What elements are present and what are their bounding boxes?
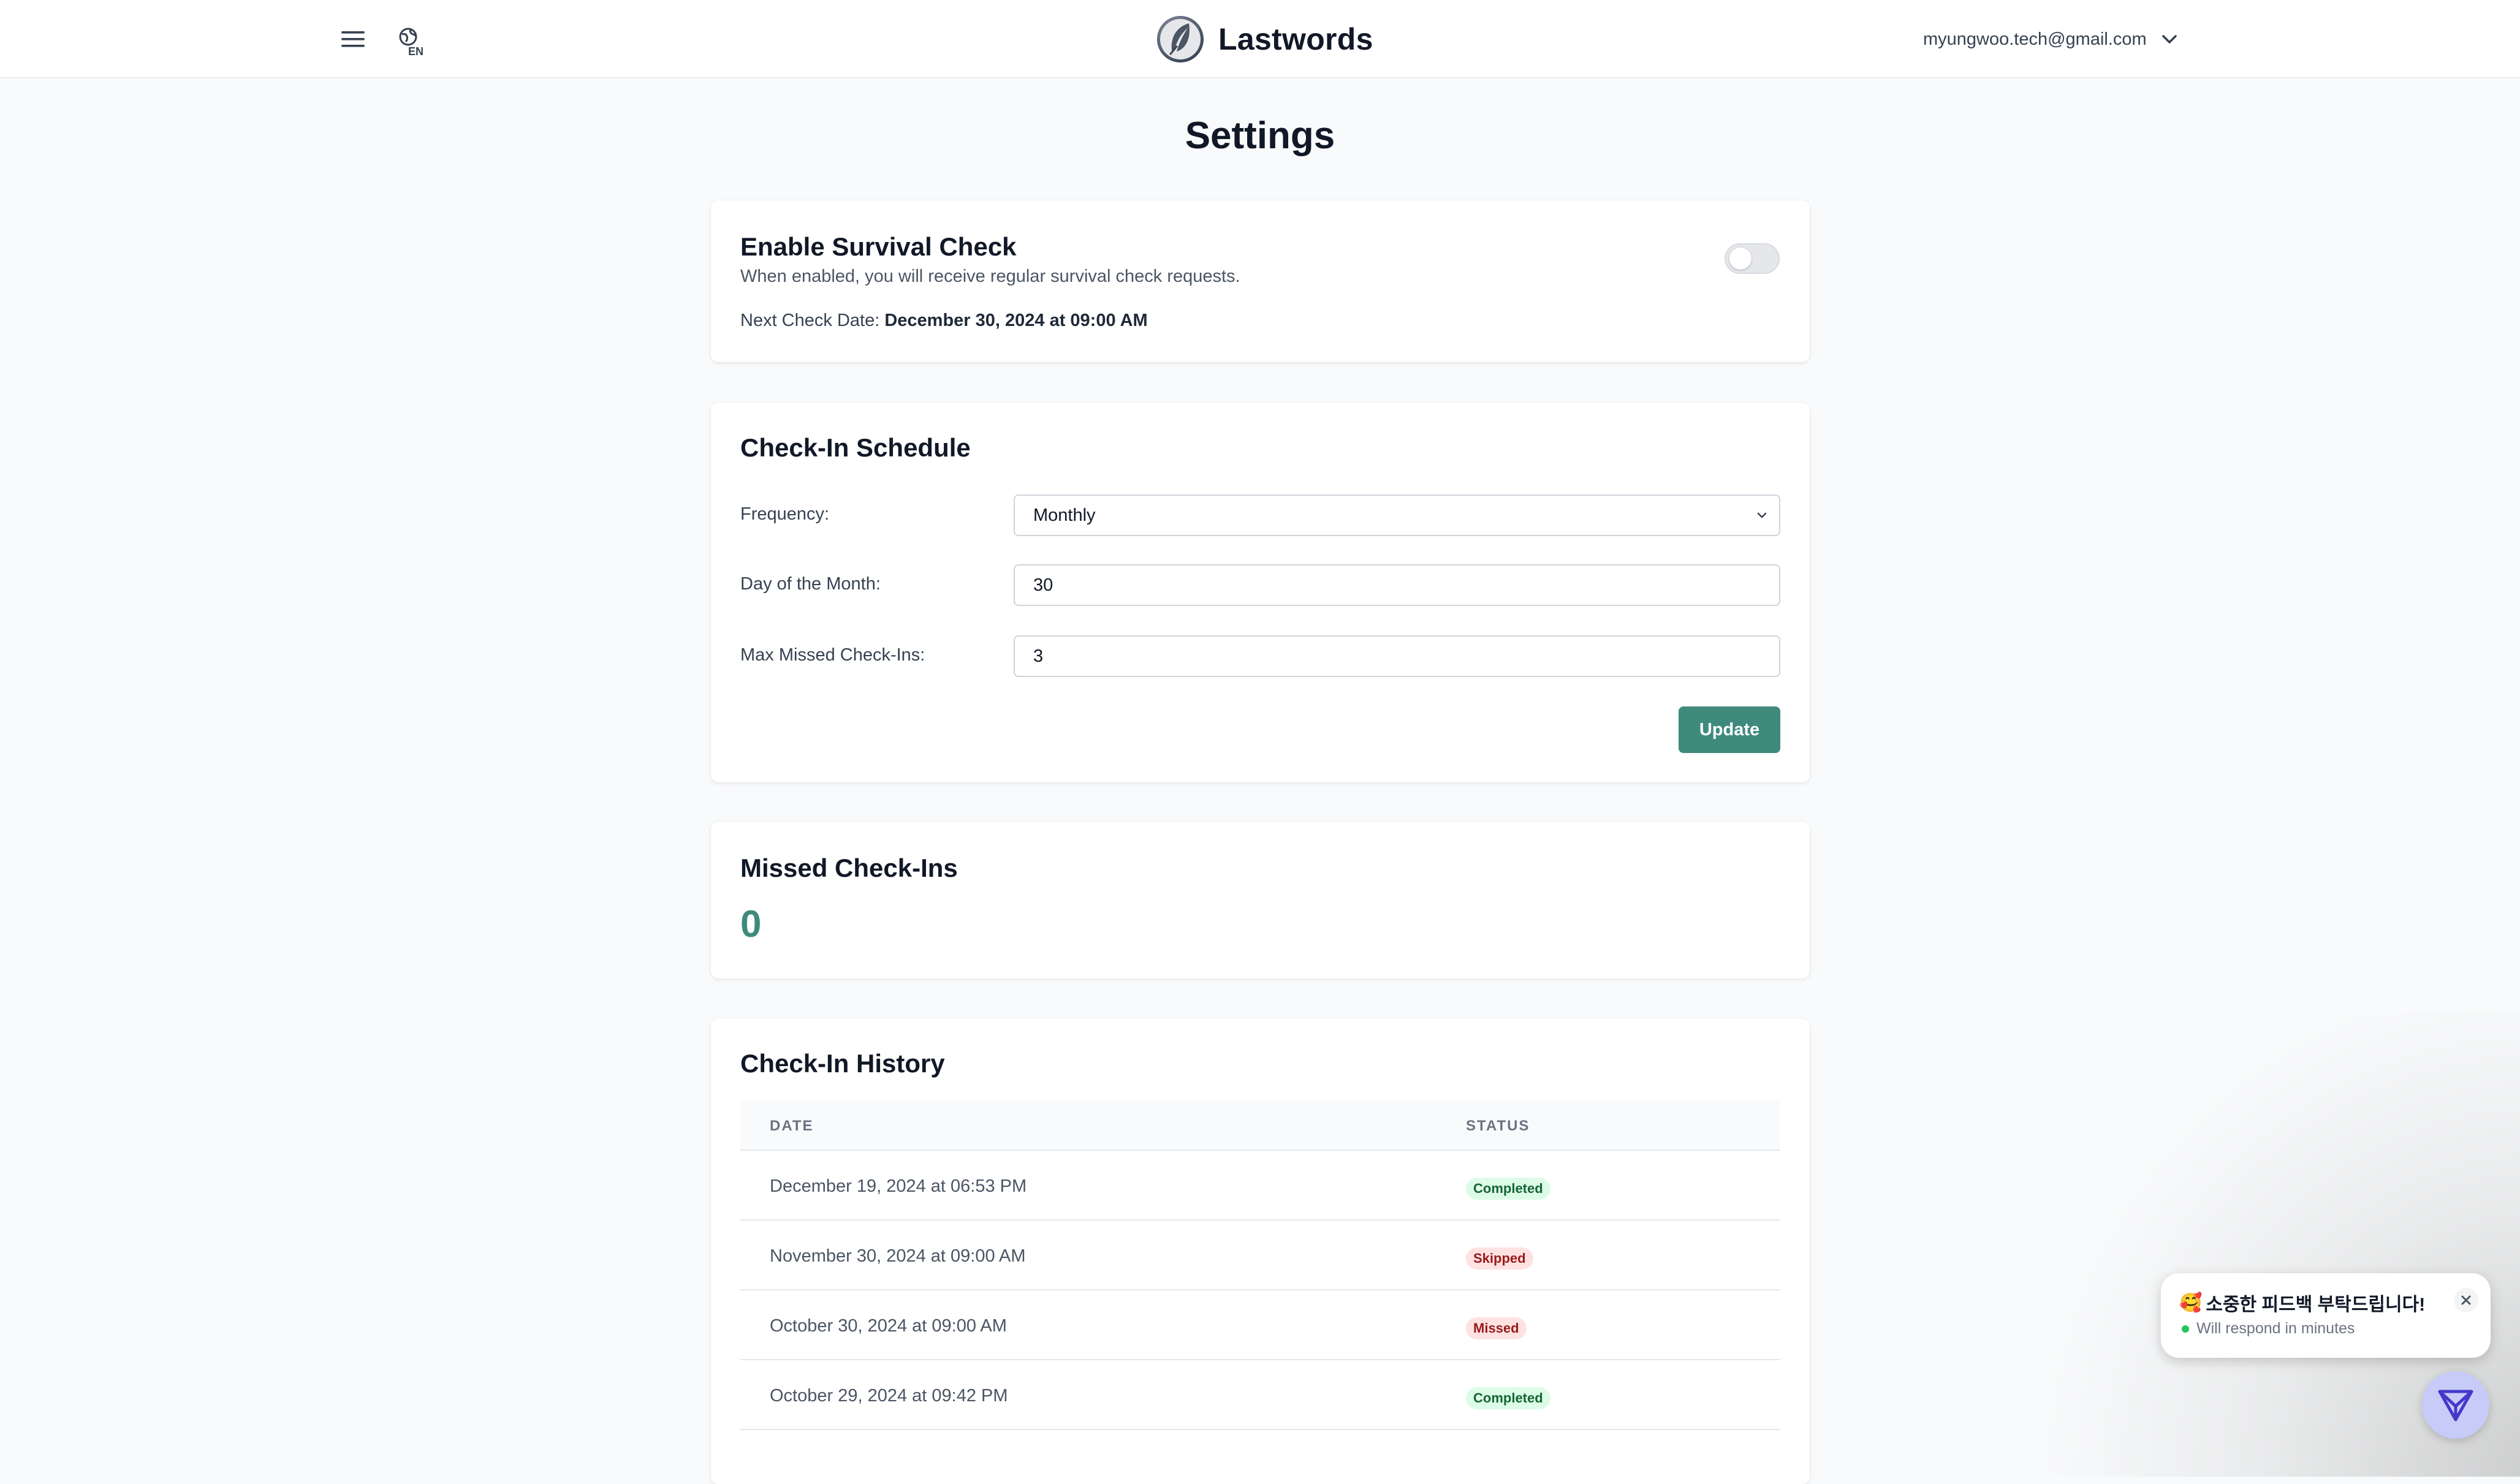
brand[interactable]: Lastwords — [1156, 13, 1373, 65]
survival-check-description: When enabled, you will receive regular s… — [740, 267, 1240, 286]
row-date: October 30, 2024 at 09:00 AM — [770, 1316, 1007, 1336]
feedback-title: 🥰 소중한 피드백 부탁드립니다! — [2179, 1289, 2425, 1316]
brand-name: Lastwords — [1218, 22, 1373, 56]
chevron-down-icon — [2161, 35, 2177, 44]
table-row: October 29, 2024 at 09:42 PM Completed — [740, 1360, 1780, 1430]
feedback-subtitle: Will respond in minutes — [2182, 1320, 2355, 1338]
paper-plane-icon — [2438, 1390, 2473, 1422]
chevron-down-icon — [1757, 512, 1767, 518]
menu-button[interactable] — [338, 25, 368, 54]
check-in-schedule-card: Check-In Schedule Frequency: Monthly Day… — [711, 403, 1810, 782]
frequency-value: Monthly — [1033, 505, 1096, 525]
max-missed-label: Max Missed Check-Ins: — [740, 645, 925, 665]
schedule-title: Check-In Schedule — [740, 433, 971, 462]
frequency-label: Frequency: — [740, 504, 830, 524]
hamburger-icon — [341, 31, 365, 47]
next-check-date: Next Check Date: December 30, 2024 at 09… — [740, 311, 1148, 331]
next-check-label: Next Check Date: — [740, 311, 880, 330]
frequency-select[interactable]: Monthly — [1014, 494, 1780, 536]
column-header-date: DATE — [770, 1118, 814, 1134]
max-missed-value: 3 — [1033, 646, 1044, 666]
table-header: DATE STATUS — [740, 1100, 1780, 1151]
feather-logo-icon — [1157, 16, 1204, 62]
survival-check-title: Enable Survival Check — [740, 232, 1017, 261]
table-row: October 30, 2024 at 09:00 AM Missed — [740, 1290, 1780, 1360]
feedback-launcher-button[interactable] — [2422, 1371, 2489, 1439]
max-missed-input[interactable]: 3 — [1014, 635, 1780, 677]
history-title: Check-In History — [740, 1049, 945, 1078]
day-of-month-label: Day of the Month: — [740, 574, 881, 594]
status-badge: Completed — [1466, 1178, 1550, 1200]
update-button[interactable]: Update — [1679, 706, 1780, 753]
status-badge: Missed — [1466, 1317, 1527, 1339]
missed-title: Missed Check-Ins — [740, 854, 958, 882]
check-in-history-card: Check-In History DATE STATUS December 19… — [711, 1018, 1810, 1484]
column-header-status: STATUS — [1466, 1118, 1530, 1134]
feedback-subtitle-text: Will respond in minutes — [2196, 1320, 2355, 1337]
row-date: November 30, 2024 at 09:00 AM — [770, 1246, 1026, 1266]
language-switcher[interactable]: EN — [393, 22, 430, 61]
toggle-knob — [1729, 248, 1751, 270]
user-menu[interactable]: myungwoo.tech@gmail.com — [1923, 25, 2177, 54]
missed-count: 0 — [740, 903, 762, 945]
survival-check-card: Enable Survival Check When enabled, you … — [711, 200, 1810, 362]
feedback-bubble[interactable]: 🥰 소중한 피드백 부탁드립니다! Will respond in minute… — [2161, 1273, 2491, 1358]
next-check-value: December 30, 2024 at 09:00 AM — [884, 311, 1148, 330]
feedback-close-button[interactable] — [2454, 1288, 2478, 1312]
row-date: December 19, 2024 at 06:53 PM — [770, 1176, 1027, 1196]
language-code: EN — [408, 45, 424, 58]
table-row: December 19, 2024 at 06:53 PM Completed — [740, 1151, 1780, 1221]
missed-check-ins-card: Missed Check-Ins 0 — [711, 822, 1810, 979]
feedback-emoji: 🥰 — [2179, 1292, 2203, 1313]
history-table: DATE STATUS December 19, 2024 at 06:53 P… — [740, 1100, 1780, 1430]
top-navbar: EN Lastwords myungwoo.tech@gmail.com — [0, 0, 2520, 78]
row-date: October 29, 2024 at 09:42 PM — [770, 1386, 1008, 1406]
close-icon — [2461, 1295, 2471, 1305]
brand-logo — [1156, 15, 1205, 64]
table-row: November 30, 2024 at 09:00 AM Skipped — [740, 1221, 1780, 1290]
day-of-month-input[interactable]: 30 — [1014, 564, 1780, 606]
user-email: myungwoo.tech@gmail.com — [1923, 29, 2147, 49]
status-badge: Completed — [1466, 1387, 1550, 1409]
feedback-title-text: 소중한 피드백 부탁드립니다! — [2206, 1295, 2426, 1315]
online-status-dot — [2182, 1325, 2189, 1333]
survival-check-toggle[interactable] — [1725, 243, 1780, 274]
day-of-month-value: 30 — [1033, 575, 1053, 595]
page-title: Settings — [1185, 115, 1335, 157]
status-badge: Skipped — [1466, 1247, 1533, 1270]
